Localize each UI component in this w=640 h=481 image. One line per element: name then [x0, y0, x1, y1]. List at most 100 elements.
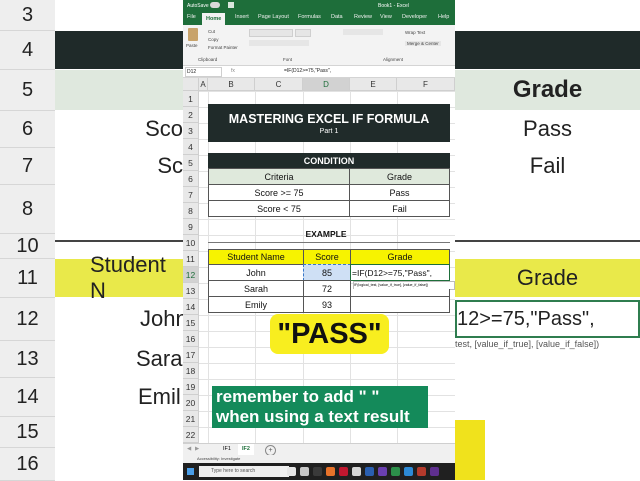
excel-taskbar-icon[interactable] [391, 467, 400, 476]
col-header-b[interactable]: B [208, 78, 255, 91]
app-icon[interactable] [339, 467, 348, 476]
row-header[interactable]: 14 [183, 299, 199, 315]
row-header[interactable]: 22 [183, 427, 199, 443]
premiere-icon[interactable] [378, 467, 387, 476]
app-icon[interactable] [313, 467, 322, 476]
score-cell-selected[interactable]: 85 [303, 264, 351, 281]
row-header[interactable]: 21 [183, 411, 199, 427]
formula-input[interactable]: =IF(D12>=75,"Pass", [284, 68, 331, 74]
row-header[interactable]: 20 [183, 395, 199, 411]
student-name-cell[interactable]: Emily [208, 296, 304, 313]
col-header-f[interactable]: F [397, 78, 455, 91]
row-header[interactable]: 5 [183, 155, 199, 171]
student-name-cell[interactable]: John [208, 264, 304, 281]
col-header-c[interactable]: C [255, 78, 303, 91]
tab-developer[interactable]: Developer [402, 14, 427, 20]
name-box[interactable]: D12 [185, 67, 222, 77]
app-icon[interactable] [287, 467, 296, 476]
condition-grade-cell[interactable]: Pass [349, 184, 450, 201]
condition-criteria-cell[interactable]: Score >= 75 [208, 184, 350, 201]
row-header[interactable]: 17 [183, 347, 199, 363]
sheet-nav-prev-icon[interactable]: ◀ [187, 446, 191, 452]
row-header[interactable]: 8 [183, 203, 199, 219]
fx-icon[interactable]: fx [231, 68, 235, 74]
student-name-cell[interactable]: Sarah [208, 280, 304, 297]
paste-label[interactable]: Paste [186, 43, 198, 48]
ribbon: Paste Cut Copy Format Painter Clipboard … [183, 25, 455, 66]
col-header-e[interactable]: E [350, 78, 397, 91]
save-icon[interactable] [228, 2, 234, 8]
app-icon[interactable] [352, 467, 361, 476]
row-header[interactable]: 2 [183, 107, 199, 123]
taskbar-search-input[interactable]: Type here to search [199, 466, 289, 477]
page-title: MASTERING EXCEL IF FORMULA [228, 111, 430, 126]
alignment-buttons[interactable] [343, 29, 383, 35]
tab-review[interactable]: Review [354, 14, 372, 20]
font-name-select[interactable] [249, 29, 293, 37]
cut-button[interactable]: Cut [208, 29, 215, 34]
windows-start-icon[interactable] [187, 468, 194, 475]
wrap-text-button[interactable]: Wrap Text [405, 30, 425, 35]
grade-cell[interactable] [350, 296, 450, 313]
tab-data[interactable]: Data [331, 14, 343, 20]
tab-view[interactable]: View [380, 14, 392, 20]
row-header[interactable]: 16 [183, 331, 199, 347]
score-cell[interactable]: 72 [303, 280, 351, 297]
condition-header-criteria[interactable]: Criteria [208, 168, 350, 185]
accessibility-status[interactable]: Accessibility: Investigate [197, 456, 240, 461]
grade-cell-editing[interactable]: =IF(D12>=75,"Pass", [350, 264, 450, 281]
row-header[interactable]: 10 [183, 235, 199, 251]
word-taskbar-icon[interactable] [404, 467, 413, 476]
paste-icon[interactable] [188, 28, 198, 41]
row-header[interactable]: 9 [183, 219, 199, 235]
font-size-select[interactable] [295, 29, 311, 37]
example-header-student[interactable]: Student Name [208, 249, 304, 265]
alignment-group-label: Alignment [383, 57, 404, 62]
tab-file[interactable]: File [187, 14, 196, 20]
copy-button[interactable]: Copy [208, 37, 219, 42]
row-header[interactable]: 12 [183, 267, 199, 283]
row-header[interactable]: 3 [183, 123, 199, 139]
bg-row-4: 4 [0, 31, 55, 70]
row-header[interactable]: 7 [183, 187, 199, 203]
select-all-corner[interactable] [183, 78, 199, 91]
autosave-label[interactable]: AutoSave [187, 3, 209, 9]
formula-bar: D12 fx =IF(D12>=75,"Pass", [183, 66, 455, 78]
col-header-a[interactable]: A [199, 78, 208, 91]
format-painter-button[interactable]: Format Painter [208, 45, 238, 50]
row-header[interactable]: 6 [183, 171, 199, 187]
tab-help[interactable]: Help [438, 14, 449, 20]
row-header[interactable]: 19 [183, 379, 199, 395]
powerpoint-taskbar-icon[interactable] [417, 467, 426, 476]
tab-formulas[interactable]: Formulas [298, 14, 321, 20]
row-header[interactable]: 13 [183, 283, 199, 299]
row-header[interactable]: 4 [183, 139, 199, 155]
tab-page-layout[interactable]: Page Layout [258, 14, 289, 20]
example-header-grade[interactable]: Grade [350, 249, 450, 265]
photoshop-icon[interactable] [365, 467, 374, 476]
condition-header-grade[interactable]: Grade [349, 168, 450, 185]
tab-home[interactable]: Home [202, 13, 226, 25]
onenote-taskbar-icon[interactable] [430, 467, 439, 476]
condition-grade-cell[interactable]: Fail [349, 200, 450, 217]
row-header[interactable]: 15 [183, 315, 199, 331]
row-header[interactable]: 11 [183, 251, 199, 267]
font-format-buttons[interactable] [249, 40, 309, 46]
bg-row-15: 15 [0, 417, 55, 448]
condition-criteria-cell[interactable]: Score < 75 [208, 200, 350, 217]
sheet-tab-if1[interactable]: IF1 [223, 446, 231, 452]
example-header-score[interactable]: Score [303, 249, 351, 265]
row-header[interactable]: 18 [183, 363, 199, 379]
app-icon[interactable] [326, 467, 335, 476]
app-icon[interactable] [300, 467, 309, 476]
merge-center-button[interactable]: Merge & Center [405, 41, 441, 46]
score-cell[interactable]: 93 [303, 296, 351, 313]
autosave-toggle[interactable] [210, 2, 220, 8]
col-header-d[interactable]: D [303, 78, 350, 91]
tab-insert[interactable]: Insert [235, 14, 249, 20]
row-header[interactable]: 1 [183, 91, 199, 107]
sheet-nav-next-icon[interactable]: ▶ [195, 446, 199, 452]
bg-row-8: 8 [0, 185, 55, 234]
bg-grade-header: Grade [512, 76, 583, 103]
bg-score-fragment: Sco [145, 116, 183, 141]
